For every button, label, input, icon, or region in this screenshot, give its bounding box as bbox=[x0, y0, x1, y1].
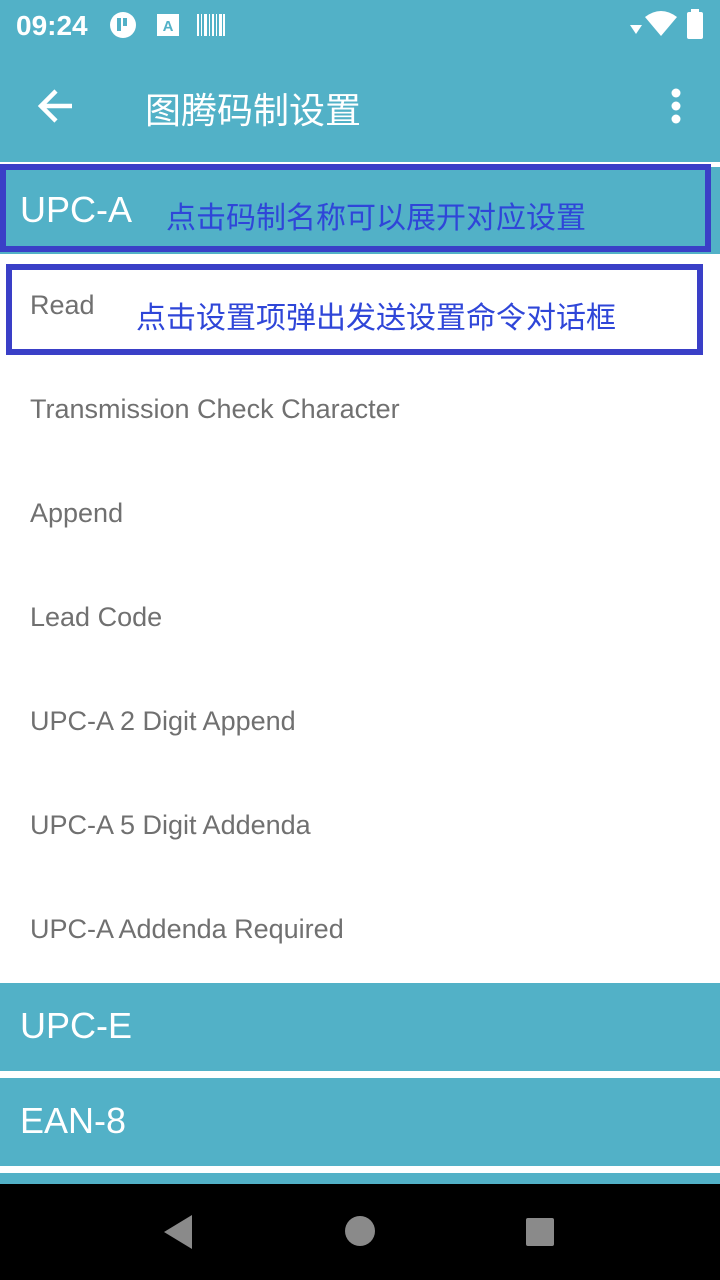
setting-item-append[interactable]: Append bbox=[0, 462, 720, 566]
nav-recents-button[interactable] bbox=[524, 1216, 556, 1252]
group-header-upc-e[interactable]: UPC-E bbox=[0, 983, 720, 1071]
screen: 09:24 A 图腾码制设置 UPC-A 点击码制名称可以展开对应设置 Read… bbox=[0, 0, 720, 1280]
nav-home-button[interactable] bbox=[344, 1215, 376, 1251]
setting-item-transmission-check-character[interactable]: Transmission Check Character bbox=[0, 358, 720, 462]
setting-item-label: Lead Code bbox=[30, 602, 163, 632]
back-triangle-icon bbox=[160, 1215, 196, 1256]
svg-text:A: A bbox=[163, 18, 174, 35]
setting-item-label: Transmission Check Character bbox=[30, 394, 400, 424]
more-vert-icon bbox=[652, 88, 700, 144]
setting-item-upc-a-2-digit-append[interactable]: UPC-A 2 Digit Append bbox=[0, 670, 720, 774]
setting-item-upc-a-5-digit-addenda[interactable]: UPC-A 5 Digit Addenda bbox=[0, 774, 720, 878]
group-label: UPC-E bbox=[20, 1005, 133, 1046]
app-notification-icon bbox=[108, 10, 138, 44]
annotation-item-hint: 点击设置项弹出发送设置命令对话框 bbox=[136, 301, 616, 336]
navigation-bar bbox=[0, 1184, 720, 1280]
setting-item-label: UPC-A 5 Digit Addenda bbox=[30, 810, 311, 840]
group-header-partial[interactable] bbox=[0, 1173, 720, 1184]
group-header-ean-8[interactable]: EAN-8 bbox=[0, 1078, 720, 1166]
text-a-icon: A bbox=[156, 13, 180, 41]
back-button[interactable] bbox=[26, 76, 86, 136]
setting-item-lead-code[interactable]: Lead Code bbox=[0, 566, 720, 670]
setting-item-label: Append bbox=[30, 498, 124, 528]
status-time: 09:24 bbox=[16, 10, 88, 41]
page-title: 图腾码制设置 bbox=[145, 91, 362, 132]
annotation-header-hint: 点击码制名称可以展开对应设置 bbox=[166, 201, 586, 236]
app-bar: 图腾码制设置 bbox=[0, 50, 720, 162]
status-bar: 09:24 A bbox=[0, 0, 720, 50]
battery-icon bbox=[686, 9, 704, 43]
recents-square-icon bbox=[524, 1218, 556, 1252]
barcode-icon bbox=[196, 13, 226, 41]
overflow-menu-button[interactable] bbox=[652, 80, 700, 140]
setting-item-label: UPC-A 2 Digit Append bbox=[30, 706, 296, 736]
arrow-back-icon bbox=[26, 89, 86, 140]
group-label: EAN-8 bbox=[20, 1100, 127, 1141]
setting-item-label: UPC-A Addenda Required bbox=[30, 914, 344, 944]
setting-item-upc-a-addenda-required[interactable]: UPC-A Addenda Required bbox=[0, 878, 720, 982]
nav-back-button[interactable] bbox=[160, 1212, 196, 1256]
signal-arrow-icon bbox=[630, 20, 642, 39]
wifi-icon bbox=[644, 10, 678, 42]
home-circle-icon bbox=[344, 1216, 376, 1251]
